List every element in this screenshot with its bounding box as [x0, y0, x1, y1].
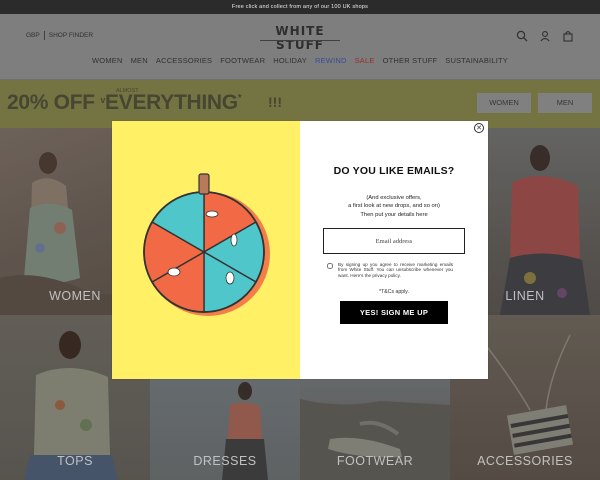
promo-bar: Free click and collect from any of our 1…	[0, 0, 600, 14]
consent-checkbox[interactable]	[327, 263, 333, 269]
prize-wheel-illustration	[143, 173, 270, 316]
consent-row: By signing up you agree to receive marke…	[327, 262, 453, 278]
modal-illustration-panel	[112, 121, 300, 379]
sign-up-button[interactable]: YES! SIGN ME UP	[340, 301, 448, 324]
modal-heading: DO YOU LIKE EMAILS?	[333, 165, 455, 177]
terms-note: *T&Cs apply.	[379, 289, 409, 295]
close-icon[interactable]: ✕	[474, 123, 484, 133]
modal-subtext-line2: a first look at new drops, and so on)	[348, 202, 440, 209]
modal-form-panel: ✕ DO YOU LIKE EMAILS? (And exclusive off…	[300, 121, 488, 379]
email-signup-modal: ✕ DO YOU LIKE EMAILS? (And exclusive off…	[112, 121, 488, 379]
email-field[interactable]	[323, 228, 465, 254]
modal-details-prompt: Then put your details here	[360, 212, 428, 218]
consent-text: By signing up you agree to receive marke…	[338, 262, 453, 278]
modal-subtext: (And exclusive offers, a first look at n…	[300, 195, 488, 210]
modal-subtext-line1: (And exclusive offers,	[366, 195, 422, 201]
